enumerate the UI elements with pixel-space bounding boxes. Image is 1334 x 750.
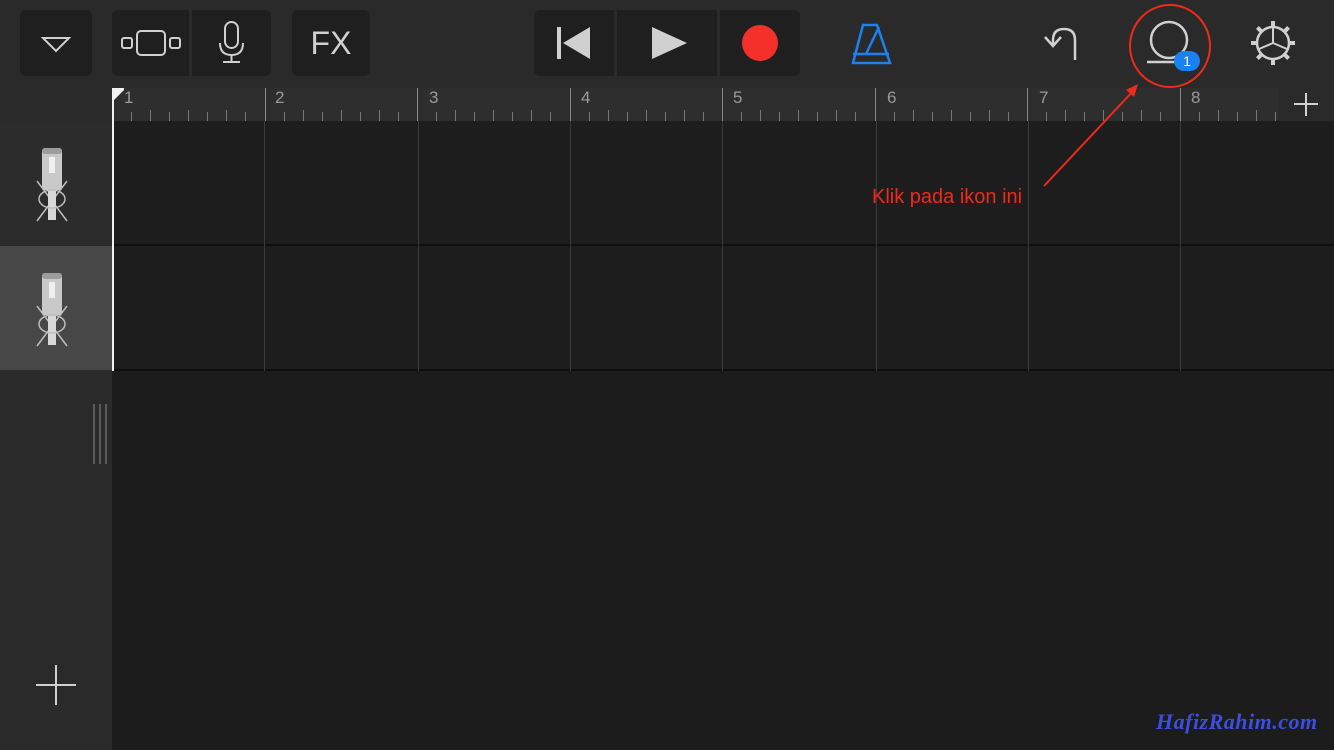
ruler-spacer <box>0 88 112 121</box>
record-button[interactable] <box>720 10 800 76</box>
track-lane-1[interactable] <box>112 121 1334 246</box>
microphone-icon <box>219 21 244 63</box>
add-section-button[interactable] <box>1278 88 1334 121</box>
bar-number: 8 <box>1191 88 1201 107</box>
undo-icon[interactable] <box>1040 22 1084 66</box>
track-view-icon <box>121 30 181 56</box>
bar-gridline <box>418 121 419 371</box>
track-view-button[interactable] <box>112 10 189 76</box>
fx-label: FX <box>310 25 352 61</box>
plus-icon <box>1294 93 1318 116</box>
bar-gridline <box>1180 121 1181 371</box>
metronome-icon[interactable] <box>848 18 894 68</box>
bar-number: 3 <box>429 88 439 107</box>
rewind-button[interactable] <box>534 10 614 76</box>
annotation-text: Klik pada ikon ini <box>872 186 1023 208</box>
bar-number: 2 <box>275 88 285 107</box>
condenser-mic-icon <box>36 273 68 347</box>
bar-number: 6 <box>887 88 897 107</box>
fx-button[interactable]: FX <box>292 10 370 76</box>
bar-gridline <box>1028 121 1029 371</box>
bar-number: 4 <box>581 88 591 107</box>
condenser-mic-icon <box>36 148 68 222</box>
instrument-controls-button[interactable] <box>192 10 271 76</box>
track-header-resize-handle[interactable] <box>92 404 108 464</box>
add-track-button[interactable] <box>30 659 82 711</box>
bar-gridline <box>876 121 877 371</box>
bar-gridline <box>264 121 265 371</box>
tracks-area[interactable] <box>112 121 1334 750</box>
play-icon <box>652 27 687 59</box>
annotation-arrow <box>1043 84 1138 187</box>
bar-number: 5 <box>733 88 743 107</box>
track-lane-2[interactable] <box>112 246 1334 371</box>
gear-icon[interactable] <box>1248 18 1298 68</box>
annotation-circle <box>1129 4 1211 88</box>
playhead[interactable] <box>112 88 114 371</box>
record-icon <box>742 25 778 61</box>
triangle-down-icon <box>40 37 72 53</box>
track-header-1[interactable] <box>0 121 112 245</box>
browser-button[interactable] <box>20 10 92 76</box>
playhead-marker[interactable] <box>112 88 126 102</box>
bar-gridline <box>722 121 723 371</box>
watermark: HafizRahim.com <box>1156 709 1318 734</box>
play-button[interactable] <box>617 10 717 76</box>
bar-gridline <box>570 121 571 371</box>
track-header-2[interactable] <box>0 246 112 370</box>
skip-back-icon <box>557 27 590 59</box>
